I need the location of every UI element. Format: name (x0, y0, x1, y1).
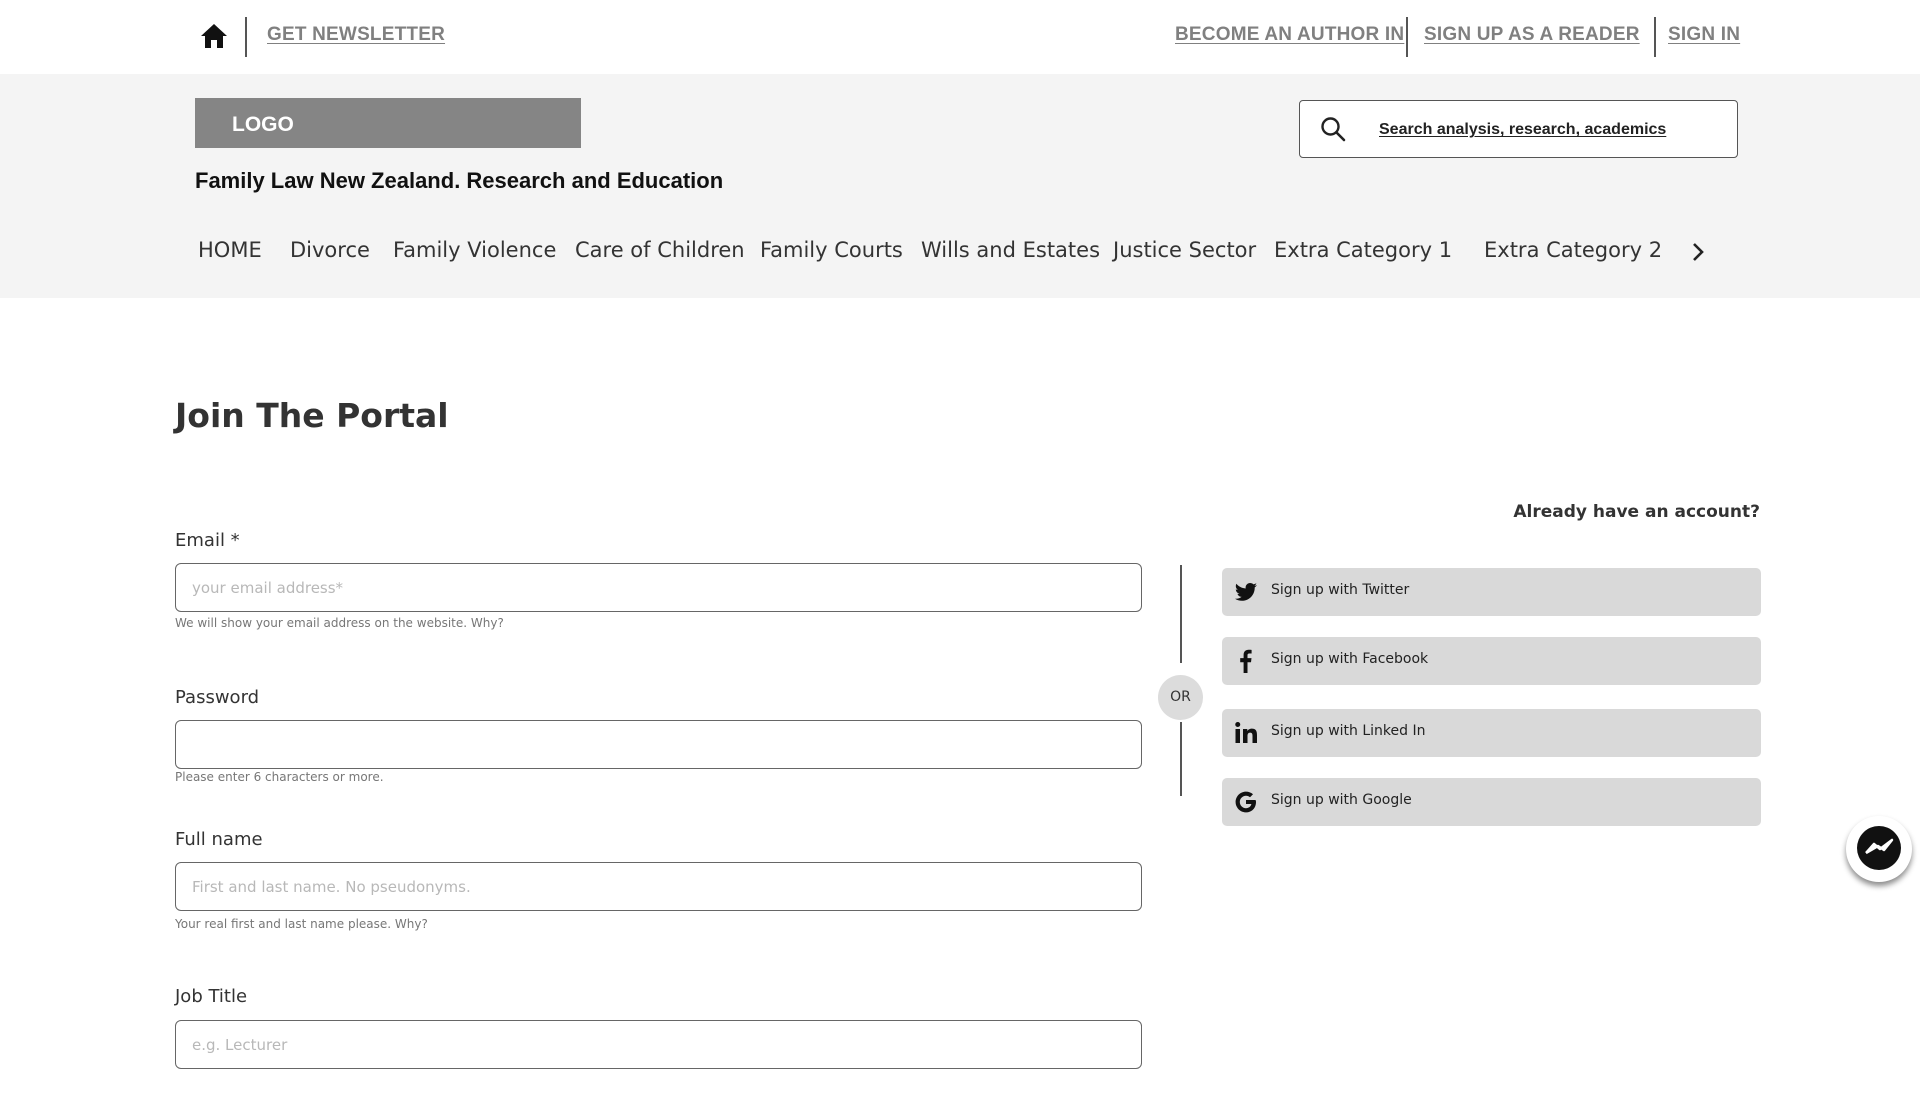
sign-in-link[interactable]: SIGN IN (1668, 24, 1740, 46)
email-label: Email * (175, 530, 240, 551)
google-signup-button[interactable]: Sign up with Google (1222, 778, 1761, 826)
or-divider-line (1180, 722, 1182, 796)
twitter-signup-button[interactable]: Sign up with Twitter (1222, 568, 1761, 616)
password-label: Password (175, 687, 260, 708)
divider (1406, 17, 1408, 57)
job-title-label: Job Title (175, 986, 248, 1007)
messenger-chat-button[interactable] (1846, 816, 1912, 882)
full-name-field[interactable] (175, 862, 1142, 911)
full-name-hint: Your real first and last name please. Wh… (175, 917, 428, 931)
chevron-right-icon[interactable] (1686, 240, 1710, 264)
site-tagline: Family Law New Zealand. Research and Edu… (195, 168, 724, 193)
sign-up-reader-link[interactable]: SIGN UP AS A READER (1424, 24, 1640, 46)
newsletter-link[interactable]: GET NEWSLETTER (267, 24, 445, 46)
linkedin-signup-label: Sign up with Linked In (1271, 723, 1426, 739)
search-input-placeholder[interactable]: Search analysis, research, academics (1379, 121, 1666, 139)
nav-item-family-violence[interactable]: Family Violence (393, 238, 556, 262)
logo[interactable]: LOGO (195, 98, 581, 148)
messenger-icon (1857, 826, 1901, 870)
facebook-icon (1240, 649, 1252, 673)
site-header: LOGO Family Law New Zealand. Research an… (0, 74, 1920, 298)
or-divider-line (1180, 565, 1182, 663)
home-icon[interactable] (199, 22, 229, 50)
linkedin-signup-button[interactable]: Sign up with Linked In (1222, 709, 1761, 757)
nav-item-extra-category-1[interactable]: Extra Category 1 (1274, 238, 1452, 262)
twitter-signup-label: Sign up with Twitter (1271, 582, 1410, 598)
facebook-signup-button[interactable]: Sign up with Facebook (1222, 637, 1761, 685)
already-have-account-link[interactable]: Already have an account? (1513, 502, 1760, 522)
nav-item-care-of-children[interactable]: Care of Children (575, 238, 745, 262)
nav-item-divorce[interactable]: Divorce (290, 238, 370, 262)
nav-item-wills-and-estates[interactable]: Wills and Estates (921, 238, 1100, 262)
nav-item-extra-category-2[interactable]: Extra Category 2 (1484, 238, 1662, 262)
facebook-signup-label: Sign up with Facebook (1271, 651, 1429, 667)
top-bar: GET NEWSLETTER BECOME AN AUTHOR IN SIGN … (0, 0, 1920, 74)
full-name-label: Full name (175, 829, 263, 850)
become-author-link[interactable]: BECOME AN AUTHOR IN (1175, 24, 1404, 46)
nav-item-home[interactable]: HOME (198, 238, 262, 262)
job-title-field[interactable] (175, 1020, 1142, 1069)
email-field[interactable] (175, 563, 1142, 612)
google-icon (1235, 791, 1256, 813)
page-title: Join The Portal (175, 396, 449, 435)
linkedin-icon (1235, 722, 1257, 743)
nav-item-family-courts[interactable]: Family Courts (760, 238, 903, 262)
twitter-icon (1235, 583, 1257, 601)
nav-item-justice-sector[interactable]: Justice Sector (1113, 238, 1256, 262)
email-hint: We will show your email address on the w… (175, 616, 504, 630)
divider (245, 17, 247, 57)
divider (1654, 17, 1656, 57)
password-field[interactable] (175, 720, 1142, 769)
search-icon[interactable] (1320, 116, 1346, 142)
password-hint: Please enter 6 characters or more. (175, 770, 384, 784)
search-box[interactable]: Search analysis, research, academics (1299, 100, 1738, 158)
or-badge: OR (1158, 675, 1203, 720)
google-signup-label: Sign up with Google (1271, 792, 1412, 808)
